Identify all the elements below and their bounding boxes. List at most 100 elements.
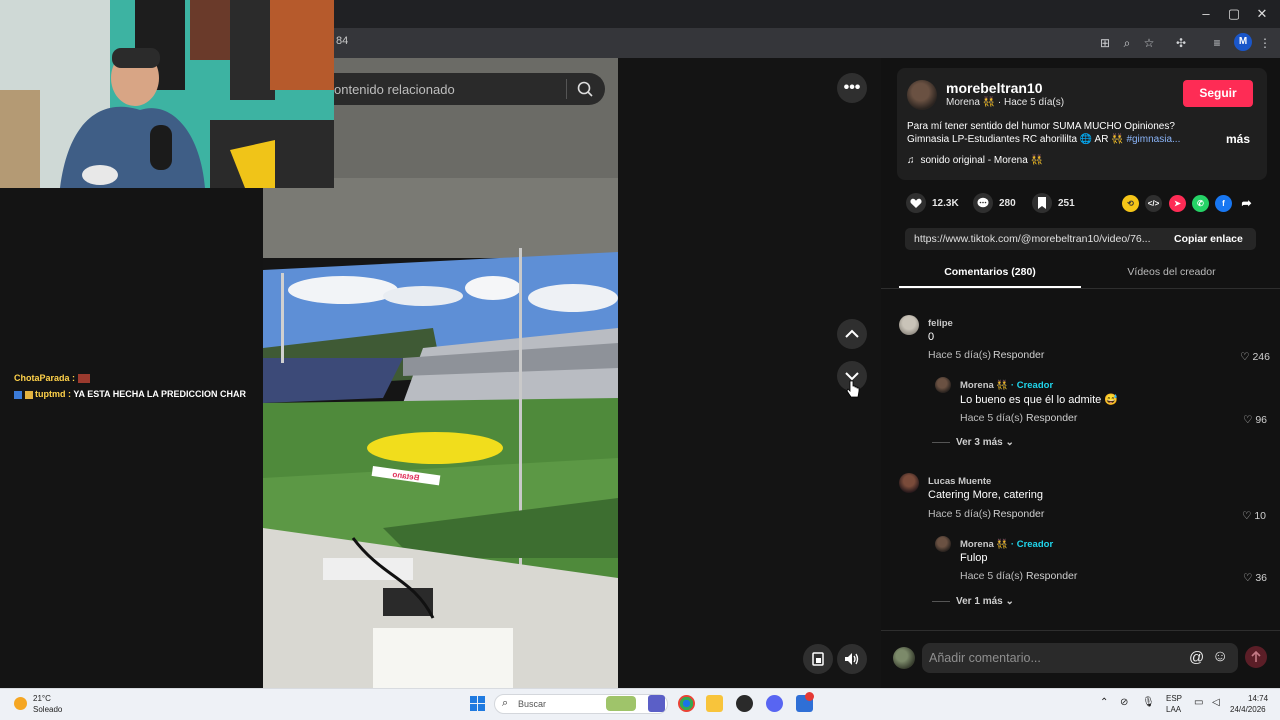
comment-like-button[interactable]: ♡ 10 bbox=[1234, 510, 1266, 522]
copy-link-button[interactable]: Copiar enlace bbox=[1174, 233, 1243, 245]
translate-icon[interactable]: ⊞ bbox=[1096, 34, 1114, 52]
commenter-avatar[interactable] bbox=[899, 473, 919, 493]
reply-avatar[interactable] bbox=[935, 536, 951, 552]
chat-text: YA ESTA HECHA LA PREDICCION CHAR bbox=[73, 389, 247, 399]
weather-sun-icon[interactable] bbox=[14, 697, 27, 710]
weather-temp[interactable]: 21°C bbox=[33, 694, 51, 703]
search-icon[interactable] bbox=[576, 80, 594, 98]
music-link[interactable]: ♫ sonido original - Morena 👯 bbox=[907, 155, 1043, 166]
chrome-icon[interactable] bbox=[678, 695, 695, 712]
bookmark-star-icon[interactable]: ☆ bbox=[1140, 34, 1158, 52]
creator-tag: · Creador bbox=[1008, 539, 1054, 550]
reply-text: Fulop bbox=[960, 552, 988, 564]
comment-button[interactable] bbox=[973, 193, 993, 213]
mouse-cursor-icon bbox=[846, 380, 860, 398]
chevron-up-icon bbox=[845, 329, 859, 338]
commenter-name[interactable]: Lucas Muente bbox=[928, 476, 991, 487]
display-icon[interactable]: ▭ bbox=[1194, 697, 1203, 708]
volume-tray-icon[interactable]: ◁ bbox=[1212, 697, 1220, 708]
share-arrow-icon[interactable]: ➦ bbox=[1238, 195, 1255, 212]
creator-username[interactable]: morebeltran10 bbox=[946, 80, 1042, 96]
tab-comments[interactable]: Comentarios (280) bbox=[899, 262, 1081, 288]
address-bar-text[interactable]: 84 bbox=[336, 35, 348, 47]
network-icon[interactable]: ⊘ bbox=[1120, 697, 1128, 708]
volume-button[interactable] bbox=[837, 644, 867, 674]
obs-icon[interactable] bbox=[736, 695, 753, 712]
reply-like-button[interactable]: ♡ 96 bbox=[1230, 414, 1267, 426]
embed-icon[interactable]: </> bbox=[1145, 195, 1162, 212]
windows-logo-icon bbox=[470, 696, 485, 711]
commenter-name[interactable]: felipe bbox=[928, 318, 953, 329]
commenter-avatar[interactable] bbox=[899, 315, 919, 335]
profile-avatar[interactable]: M bbox=[1234, 33, 1252, 51]
microphone-icon[interactable]: 🎙 bbox=[1142, 697, 1155, 708]
floating-player-button[interactable] bbox=[803, 644, 833, 674]
language-line1[interactable]: ESP bbox=[1166, 694, 1182, 703]
mention-icon[interactable]: @ bbox=[1189, 649, 1204, 666]
zoom-icon[interactable]: ⌕ bbox=[1118, 34, 1136, 52]
comment-count: 280 bbox=[999, 198, 1016, 209]
reply-avatar[interactable] bbox=[935, 377, 951, 393]
more-description-button[interactable]: más bbox=[1226, 132, 1250, 146]
clock-time[interactable]: 14:74 bbox=[1248, 694, 1268, 703]
save-button[interactable] bbox=[1032, 193, 1052, 213]
media-control-icon[interactable]: ≡ bbox=[1208, 34, 1226, 52]
hashtag-link[interactable]: #gimnasia... bbox=[1126, 134, 1180, 145]
weather-desc[interactable]: Soleado bbox=[33, 705, 62, 714]
view-more-line bbox=[932, 601, 950, 602]
emoji-icon[interactable]: ☺ bbox=[1212, 648, 1228, 666]
minimize-button[interactable]: – bbox=[1196, 5, 1216, 23]
follow-button[interactable]: Seguir bbox=[1183, 80, 1253, 107]
start-button[interactable] bbox=[470, 696, 485, 711]
tabs-divider bbox=[881, 288, 1280, 289]
view-more-label: Ver 1 más bbox=[956, 596, 1003, 607]
heart-outline-icon: ♡ bbox=[1241, 510, 1252, 522]
chat-username: tuptmd : bbox=[35, 389, 72, 399]
my-avatar bbox=[893, 647, 915, 669]
creator-tag: · Creador bbox=[1008, 380, 1054, 391]
tab-creator-videos[interactable]: Vídeos del creador bbox=[1081, 262, 1262, 288]
reply-button[interactable]: Responder bbox=[993, 349, 1044, 361]
discord-icon[interactable] bbox=[766, 695, 783, 712]
language-line2[interactable]: LAA bbox=[1166, 705, 1181, 714]
more-options-button[interactable]: ••• bbox=[837, 73, 867, 103]
reply-author[interactable]: Morena 👯 · Creador bbox=[960, 539, 1053, 550]
like-button[interactable] bbox=[906, 193, 926, 213]
share-link-url[interactable]: https://www.tiktok.com/@morebeltran10/vi… bbox=[914, 233, 1151, 245]
facebook-icon[interactable]: f bbox=[1215, 195, 1232, 212]
post-comment-button[interactable] bbox=[1245, 646, 1267, 668]
reply-like-button[interactable]: ♡ 36 bbox=[1232, 572, 1267, 584]
previous-video-button[interactable] bbox=[837, 319, 867, 349]
view-more-replies[interactable]: Ver 3 más ⌄ bbox=[956, 437, 1014, 448]
more-dots-icon: ••• bbox=[843, 79, 861, 96]
search-input[interactable]: ontenido relacionado bbox=[334, 82, 455, 97]
reply-time: Hace 5 día(s) bbox=[960, 412, 1024, 424]
view-more-replies[interactable]: Ver 1 más ⌄ bbox=[956, 596, 1014, 607]
chat-emote bbox=[77, 374, 90, 384]
repost-icon[interactable]: ⟲ bbox=[1122, 195, 1139, 212]
clock-date[interactable]: 24/4/2026 bbox=[1230, 705, 1266, 714]
comment-text: Catering More, catering bbox=[928, 489, 1043, 501]
comment-like-button[interactable]: ♡ 246 bbox=[1234, 351, 1270, 363]
reply-button[interactable]: Responder bbox=[1026, 570, 1077, 582]
close-window-button[interactable]: ✕ bbox=[1252, 5, 1272, 23]
reply-time: Hace 5 día(s) bbox=[960, 570, 1024, 582]
reply-button[interactable]: Responder bbox=[993, 508, 1044, 520]
send-to-friends-icon[interactable]: ➤ bbox=[1169, 195, 1186, 212]
file-explorer-icon[interactable] bbox=[706, 695, 723, 712]
creator-avatar[interactable] bbox=[907, 80, 937, 110]
teams-icon[interactable] bbox=[648, 695, 665, 712]
music-note-icon: ♫ bbox=[907, 155, 915, 166]
reply-author[interactable]: Morena 👯 · Creador bbox=[960, 380, 1053, 391]
whatsapp-icon[interactable]: ✆ bbox=[1192, 195, 1209, 212]
tray-chevron-icon[interactable]: ⌃ bbox=[1100, 697, 1108, 708]
reply-button[interactable]: Responder bbox=[1026, 412, 1077, 424]
maximize-button[interactable]: ▢ bbox=[1224, 5, 1244, 23]
taskbar-search-text[interactable]: Buscar bbox=[518, 699, 546, 709]
extensions-icon[interactable]: ✣ bbox=[1172, 34, 1190, 52]
browser-menu-icon[interactable]: ⋮ bbox=[1256, 34, 1274, 52]
heart-outline-icon: ♡ bbox=[1242, 414, 1253, 426]
reply-like-count: 96 bbox=[1255, 414, 1267, 426]
comment-input[interactable]: Añadir comentario... bbox=[929, 651, 1041, 665]
chat-message: tuptmd : YA ESTA HECHA LA PREDICCION CHA… bbox=[14, 389, 246, 399]
